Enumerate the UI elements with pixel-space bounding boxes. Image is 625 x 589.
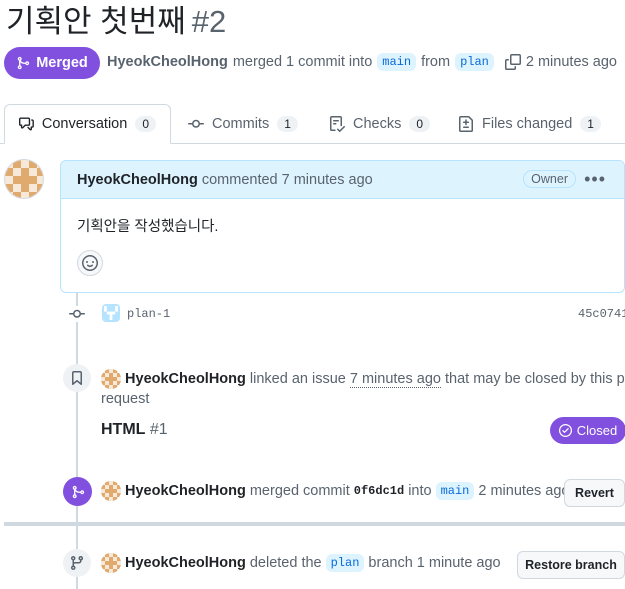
tab-label: Files changed [482, 116, 573, 132]
comment-discussion-icon [19, 117, 34, 131]
linked-issue-time[interactable]: 7 minutes ago [349, 370, 441, 388]
git-merge-icon [72, 485, 84, 498]
checklist-icon [330, 116, 345, 132]
comment-body: 기획안을 작성했습니다. [77, 219, 219, 235]
commit-avatar[interactable] [102, 304, 120, 322]
check-circle-icon [558, 424, 572, 437]
tab-label: Conversation [41, 116, 128, 132]
avatar[interactable] [101, 553, 121, 573]
merge-event-time: 2 minutes ago [478, 483, 570, 499]
issue-number: #1 [149, 421, 168, 438]
bookmark-icon-wrap [63, 364, 91, 392]
pr-meta: HyeokCheolHong merged 1 commit into main… [107, 53, 617, 71]
file-diff-icon [459, 116, 473, 132]
tab-counter: 1 [277, 116, 298, 132]
tab-label: Checks [353, 116, 402, 132]
issue-closed-badge: Closed [550, 417, 625, 444]
git-branch-icon [70, 556, 83, 571]
delete-event-line: HyeokCheolHong deleted the plan branch 1… [101, 553, 501, 573]
avatar[interactable] [101, 369, 121, 389]
tab-counter: 0 [135, 116, 156, 132]
merge-branch-chip[interactable]: main [435, 482, 475, 500]
bookmark-icon [72, 371, 82, 386]
merge-event-line: HyeokCheolHong merged commit 0f6dc1d int… [101, 481, 569, 501]
commit-icon-wrap [68, 306, 86, 322]
pr-title-text: 기획안 첫번째 [6, 4, 186, 39]
linked-issue-closed-word: closed [524, 370, 567, 387]
tab-files-changed[interactable]: Files changed 1 [458, 104, 601, 144]
comment-box: HyeokCheolHong commented 7 minutes ago O… [60, 160, 625, 293]
linked-issue-line1: HyeokCheolHong linked an issue 7 minutes… [101, 369, 625, 389]
tab-conversation[interactable]: Conversation 0 [4, 104, 171, 144]
tab-commits[interactable]: Commits 1 [188, 104, 298, 144]
branch-icon-wrap [63, 549, 91, 577]
identicon-icon [5, 160, 43, 198]
deleted-branch-chip[interactable]: plan [325, 554, 365, 572]
add-reaction-button[interactable] [77, 250, 103, 276]
git-commit-icon [69, 309, 85, 318]
git-merge-icon [17, 56, 30, 70]
linked-issue-wrap: request [101, 391, 150, 407]
merge-text: merged 1 commit into [232, 54, 373, 70]
pr-author-link[interactable]: HyeokCheolHong [107, 54, 228, 70]
delete-event-text: deleted the [249, 555, 322, 571]
delete-event-author[interactable]: HyeokCheolHong [125, 555, 246, 571]
comment-author[interactable]: HyeokCheolHong [77, 172, 198, 188]
closed-label: Closed [576, 423, 618, 438]
issue-reference[interactable]: HTML #1 [101, 421, 168, 439]
merged-status-badge: Merged [4, 47, 100, 79]
linked-issue-text: linked an issue [249, 370, 346, 387]
issue-title: HTML [101, 421, 146, 438]
identicon-icon [101, 369, 121, 389]
avatar[interactable] [101, 481, 121, 501]
from-text: from [421, 54, 451, 70]
merge-event-author[interactable]: HyeokCheolHong [125, 483, 246, 499]
avatar[interactable] [4, 159, 44, 199]
tab-label: Commits [212, 116, 270, 132]
bot-icon [104, 306, 118, 320]
more-options-icon[interactable]: ••• [584, 169, 606, 190]
pr-number: #2 [191, 4, 227, 39]
merge-commit-sha[interactable]: 0f6dc1d [354, 484, 404, 498]
git-commit-icon [188, 119, 204, 128]
linked-issue-author[interactable]: HyeokCheolHong [125, 371, 246, 387]
tab-counter: 0 [409, 116, 431, 132]
commit-message[interactable]: plan-1 [127, 307, 170, 321]
smiley-icon [82, 255, 98, 271]
pr-title: 기획안 첫번째 #2 [6, 2, 226, 42]
delete-event-after: branch 1 minute ago [368, 555, 501, 571]
merge-event-icon-wrap [63, 477, 92, 506]
commit-sha[interactable]: 45c0741 [578, 307, 625, 321]
restore-branch-button[interactable]: Restore branch [517, 551, 625, 579]
identicon-icon [101, 481, 121, 501]
head-branch-chip[interactable]: plan [455, 53, 494, 71]
comment-action: commented 7 minutes ago [201, 171, 373, 188]
tab-checks[interactable]: Checks 0 [329, 104, 431, 144]
copy-icon[interactable] [504, 54, 521, 70]
merge-event-text: merged commit [249, 483, 350, 499]
section-divider [4, 522, 625, 526]
merged-label: Merged [36, 55, 88, 71]
tab-counter: 1 [580, 116, 601, 132]
merge-into: into [408, 483, 432, 499]
linked-issue-after: by this pull [570, 370, 625, 387]
owner-badge: Owner [523, 170, 576, 188]
base-branch-chip[interactable]: main [377, 53, 417, 71]
revert-button[interactable]: Revert [564, 479, 625, 507]
identicon-icon [101, 553, 121, 573]
pr-time: 2 minutes ago [525, 54, 617, 70]
linked-issue-mid: that may be [444, 370, 521, 387]
